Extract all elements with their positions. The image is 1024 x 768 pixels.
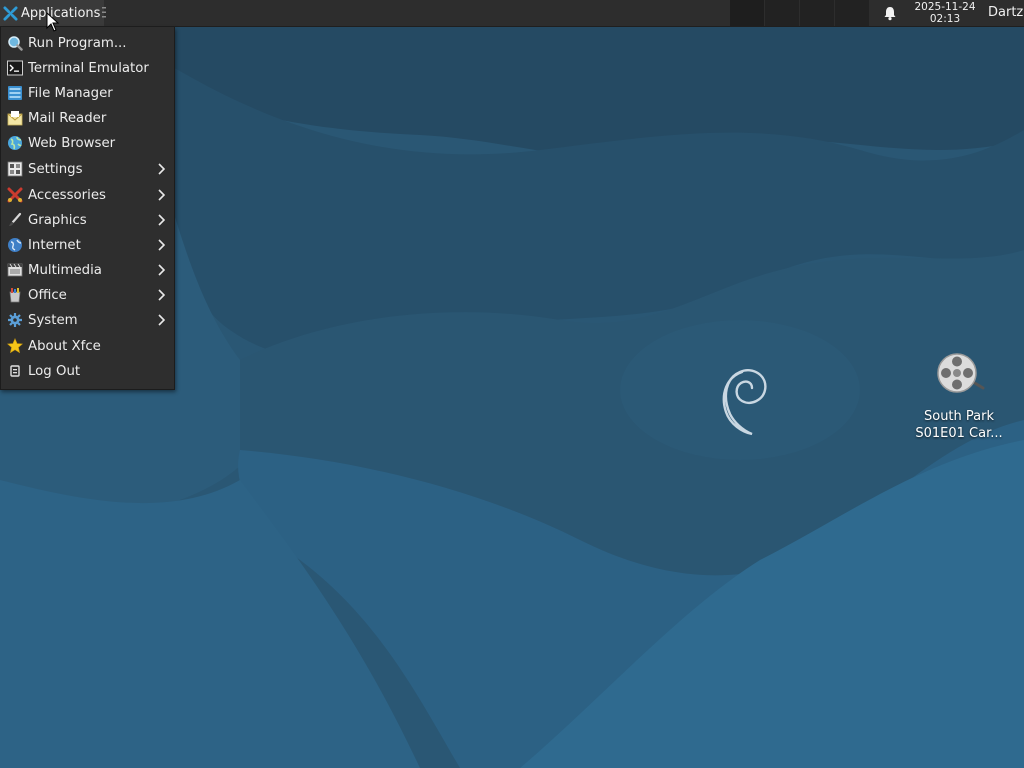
workspace-4[interactable] (835, 0, 869, 26)
multimedia-icon (7, 263, 23, 277)
submenu-arrow-icon (158, 239, 165, 251)
run-program-icon (8, 36, 23, 51)
submenu-arrow-icon (158, 289, 165, 301)
graphics-icon (9, 212, 22, 226)
submenu-arrow-icon (158, 264, 165, 276)
desktop-file-label: South Park S01E01 Car... (915, 409, 1003, 441)
star-icon (7, 338, 23, 354)
workspace-3[interactable] (800, 0, 834, 26)
workspace-2[interactable] (765, 0, 799, 26)
menu-item-run-program[interactable]: Run Program... (1, 31, 174, 55)
applications-label: Applications (21, 5, 101, 21)
menu-item-office[interactable]: Office (1, 283, 174, 307)
workspace-1[interactable] (730, 0, 764, 26)
submenu-arrow-icon (158, 314, 165, 326)
applications-menu: Run Program... Terminal Emulator File Ma… (0, 27, 175, 390)
submenu-arrow-icon (158, 214, 165, 226)
clock-time: 02:13 (929, 13, 961, 25)
mouse-cursor-icon (46, 12, 60, 32)
menu-item-system[interactable]: System (1, 308, 174, 332)
system-icon (8, 313, 22, 327)
panel-clock[interactable]: 2025-11-24 02:13 (905, 1, 985, 25)
menu-item-web-browser[interactable]: Web Browser (1, 131, 174, 155)
menu-item-multimedia[interactable]: Multimedia (1, 258, 174, 282)
xfce-logo-icon (3, 5, 18, 21)
web-browser-icon (8, 136, 22, 150)
submenu-arrow-icon (158, 189, 165, 201)
office-icon (9, 288, 21, 303)
menu-item-terminal-emulator[interactable]: Terminal Emulator (1, 56, 174, 80)
internet-icon (8, 238, 22, 252)
mail-icon (7, 111, 23, 126)
settings-icon (7, 161, 23, 177)
workspace-switcher (730, 0, 870, 26)
user-actions-button[interactable]: Dartz (988, 5, 1023, 20)
terminal-icon (7, 60, 23, 76)
menu-item-about-xfce[interactable]: About Xfce (1, 334, 174, 358)
accessories-icon (7, 187, 23, 203)
menu-item-graphics[interactable]: Graphics (1, 208, 174, 232)
notifications-bell-icon[interactable] (882, 5, 898, 21)
file-manager-icon (8, 86, 22, 100)
menu-item-file-manager[interactable]: File Manager (1, 81, 174, 105)
menu-item-log-out[interactable]: Log Out (1, 359, 174, 383)
panel-separator-handle[interactable] (102, 7, 106, 18)
menu-item-accessories[interactable]: Accessories (1, 183, 174, 207)
menu-item-internet[interactable]: Internet (1, 233, 174, 257)
desktop-file-south-park[interactable]: South Park S01E01 Car... (906, 352, 1012, 442)
video-file-icon (937, 353, 985, 393)
clock-date: 2025-11-24 (914, 1, 976, 13)
submenu-arrow-icon (158, 163, 165, 175)
menu-item-mail-reader[interactable]: Mail Reader (1, 106, 174, 130)
top-panel: Applications 2025-11-24 02:13 Dartz (0, 0, 1024, 27)
menu-item-settings[interactable]: Settings (1, 157, 174, 181)
log-out-icon (10, 365, 20, 377)
